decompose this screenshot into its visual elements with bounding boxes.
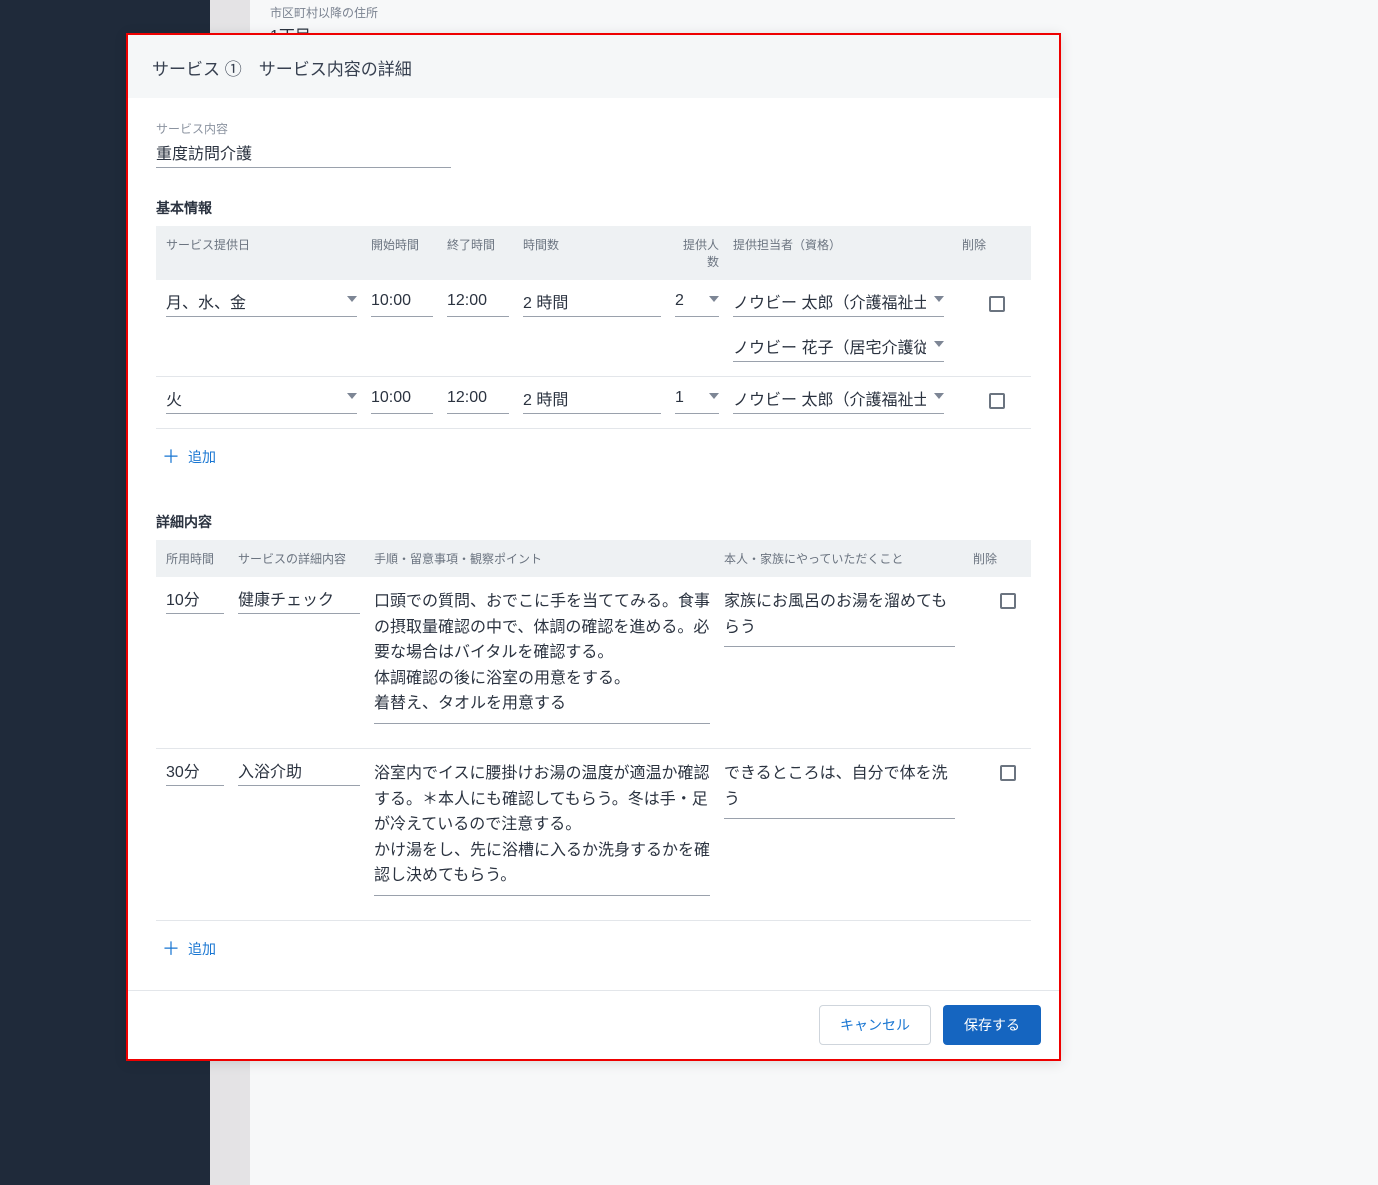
basic-row [156, 280, 1031, 377]
th-fam: 本人・家族にやっていただくこと [724, 550, 969, 567]
th-count: 提供人数 [675, 236, 733, 270]
chevron-down-icon [709, 296, 719, 302]
basic-table-header: サービス提供日 開始時間 終了時間 時間数 提供人数 提供担当者（資格） 削除 [156, 226, 1031, 280]
detail-table-header: 所用時間 サービスの詳細内容 手順・留意事項・観察ポイント 本人・家族にやってい… [156, 540, 1031, 577]
day-select[interactable] [166, 290, 357, 317]
th-delete: 削除 [958, 236, 1005, 270]
th-end: 終了時間 [447, 236, 523, 270]
staff-select[interactable] [733, 387, 944, 414]
detail-time-input[interactable] [166, 759, 224, 786]
hours-input[interactable] [523, 290, 661, 317]
add-label: 追加 [188, 939, 216, 959]
th-name: サービスの詳細内容 [238, 550, 374, 567]
detail-name-input[interactable] [238, 587, 360, 614]
th-staff: 提供担当者（資格） [733, 236, 958, 270]
th-delete: 削除 [969, 550, 1016, 567]
th-hours: 時間数 [523, 236, 675, 270]
detail-row: 浴室内でイスに腰掛けお湯の温度が適温か確認する。＊本人にも確認してもらう。冬は手… [156, 749, 1031, 921]
staff-select[interactable] [733, 335, 944, 362]
save-button[interactable]: 保存する [943, 1005, 1041, 1045]
plus-icon: ＋ [162, 940, 180, 958]
modal-footer: キャンセル 保存する [128, 990, 1059, 1059]
chevron-down-icon [347, 296, 357, 302]
service-detail-modal: サービス ① サービス内容の詳細 サービス内容 基本情報 サービス提供日 開始時… [126, 33, 1061, 1061]
detail-proc-input[interactable]: 浴室内でイスに腰掛けお湯の温度が適温か確認する。＊本人にも確認してもらう。冬は手… [374, 759, 710, 896]
delete-checkbox[interactable] [989, 296, 1005, 312]
detail-fam-input[interactable]: できるところは、自分で体を洗う [724, 759, 955, 819]
chevron-down-icon [709, 393, 719, 399]
add-label: 追加 [188, 447, 216, 467]
chevron-down-icon [934, 341, 944, 347]
detail-name-input[interactable] [238, 759, 360, 786]
end-time-input[interactable] [447, 290, 509, 317]
count-select[interactable] [675, 290, 719, 317]
chevron-down-icon [347, 393, 357, 399]
th-proc: 手順・留意事項・観察ポイント [374, 550, 724, 567]
th-start: 開始時間 [371, 236, 447, 270]
plus-icon: ＋ [162, 448, 180, 466]
cancel-button[interactable]: キャンセル [819, 1005, 931, 1045]
service-content-input[interactable] [156, 141, 451, 168]
start-time-input[interactable] [371, 290, 433, 317]
chevron-down-icon [934, 296, 944, 302]
detail-time-input[interactable] [166, 587, 224, 614]
hours-input[interactable] [523, 387, 661, 414]
start-time-input[interactable] [371, 387, 433, 414]
day-input[interactable] [166, 290, 357, 317]
end-time-input[interactable] [447, 387, 509, 414]
th-time: 所用時間 [166, 550, 238, 567]
day-select[interactable] [166, 387, 357, 414]
service-content-label: サービス内容 [156, 120, 451, 137]
detail-row: 口頭での質問、おでこに手を当ててみる。食事の摂取量確認の中で、体調の確認を進める… [156, 577, 1031, 749]
basic-row [156, 377, 1031, 429]
add-detail-row-button[interactable]: ＋ 追加 [162, 939, 216, 959]
delete-checkbox[interactable] [989, 393, 1005, 409]
day-input[interactable] [166, 387, 357, 414]
detail-fam-input[interactable]: 家族にお風呂のお湯を溜めてもらう [724, 587, 955, 647]
chevron-down-icon [934, 393, 944, 399]
delete-checkbox[interactable] [1000, 765, 1016, 781]
count-select[interactable] [675, 387, 719, 414]
add-basic-row-button[interactable]: ＋ 追加 [162, 447, 216, 467]
count-input[interactable] [675, 387, 719, 414]
delete-checkbox[interactable] [1000, 593, 1016, 609]
modal-title: サービス ① サービス内容の詳細 [128, 35, 1059, 98]
th-day: サービス提供日 [166, 236, 371, 270]
staff-select[interactable] [733, 290, 944, 317]
count-input[interactable] [675, 290, 719, 317]
detail-proc-input[interactable]: 口頭での質問、おでこに手を当ててみる。食事の摂取量確認の中で、体調の確認を進める… [374, 587, 710, 724]
basic-section-title: 基本情報 [156, 198, 1031, 218]
staff-input[interactable] [733, 290, 944, 317]
staff-input[interactable] [733, 387, 944, 414]
detail-section-title: 詳細内容 [156, 512, 1031, 532]
staff-input[interactable] [733, 335, 944, 362]
bg-address-label: 市区町村以降の住所 [270, 4, 378, 21]
